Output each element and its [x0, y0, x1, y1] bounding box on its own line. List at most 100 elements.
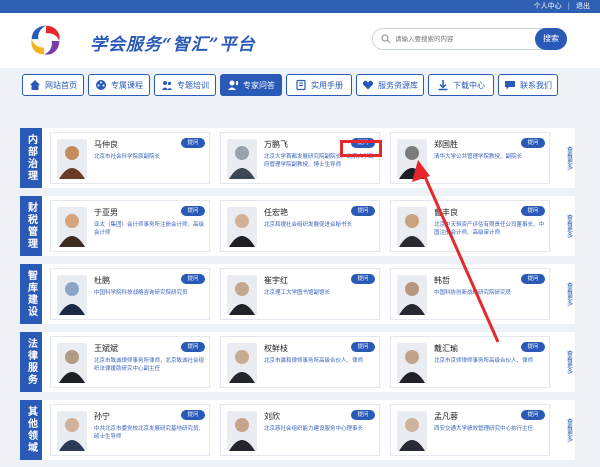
- expert-card[interactable]: 戴汇瑜 提问 北京市京师律师事务所高级合伙人、律师: [390, 336, 550, 388]
- expert-icon: [228, 80, 238, 90]
- expert-card[interactable]: 刘欣 提问 北京慈社会组织能力建设服务中心理事长: [220, 404, 380, 456]
- nav-item-3[interactable]: 专家问答: [220, 74, 282, 96]
- expert-name: 韩哲: [434, 276, 450, 285]
- avatar: [397, 343, 427, 383]
- ask-button[interactable]: 提问: [521, 138, 545, 148]
- nav-item-label: 专题培训: [177, 80, 209, 90]
- expert-name: 马仲良: [94, 140, 118, 149]
- avatar: [57, 139, 87, 179]
- ask-button[interactable]: 提问: [181, 274, 205, 284]
- expert-name: 杜鹏: [94, 276, 110, 285]
- nav-item-2[interactable]: 专题培训: [154, 74, 216, 96]
- ask-button[interactable]: 提问: [181, 206, 205, 216]
- expert-description: 西安交通大学绩效管理研究中心执行主任: [434, 426, 534, 432]
- nav-item-label: 网站首页: [45, 80, 77, 90]
- expert-card[interactable]: 杜鹏 提问中国科学院科技战略咨询研究院研究员: [50, 268, 210, 320]
- heart-icon: [362, 80, 374, 90]
- ask-button[interactable]: 提问: [181, 138, 205, 148]
- avatar: [57, 207, 87, 247]
- separator: |: [567, 2, 570, 10]
- avatar: [397, 275, 427, 315]
- nav-item-6[interactable]: 下载中心: [428, 74, 494, 96]
- film-icon: [96, 80, 106, 90]
- user-links: 个人中心 | 退出: [534, 0, 590, 13]
- ask-button[interactable]: 提问: [521, 342, 545, 352]
- expert-description: 清华大学公共管理学院教授、副院长: [434, 154, 523, 160]
- ask-button[interactable]: 提问: [521, 274, 545, 284]
- nav-item-label: 下载中心: [453, 80, 485, 90]
- main-nav: 网站首页 专属课程 专题培训 专家问答 实用手册 服务资源库 下载中心 联系我们: [22, 74, 570, 96]
- nav-item-4[interactable]: 实用手册: [286, 74, 352, 96]
- expert-description: 中国科学院科技战略咨询研究院研究员: [94, 290, 188, 296]
- avatar: [227, 343, 257, 383]
- ask-button[interactable]: 提问: [351, 274, 375, 284]
- nav-item-5[interactable]: 服务资源库: [356, 74, 424, 96]
- expert-name: 曹丰良: [434, 208, 458, 217]
- nav-item-7[interactable]: 联系我们: [498, 74, 558, 96]
- view-more-link[interactable]: 查看更多: [563, 400, 575, 460]
- view-more-link[interactable]: 查看更多: [563, 264, 575, 324]
- expert-description: 北京市致诚律师事务所律师，北京致诚社会组织法律援助研究中心副主任: [94, 358, 205, 372]
- expert-card[interactable]: 曹丰良 提问北京中天恒资产评估有限责任公司董事长、中国注册会计师、高级审计师: [390, 200, 550, 252]
- expert-description: 北京市瀛和律师事务所高级合伙人、律师: [264, 358, 364, 364]
- ask-button[interactable]: 提问: [181, 342, 205, 352]
- expert-card[interactable]: 马仲良 提问北京市社会科学院原副院长: [50, 132, 210, 184]
- expert-card[interactable]: 崔宇红 提问北京理工大学图书馆副馆长: [220, 268, 380, 320]
- ask-button[interactable]: 提问: [521, 410, 545, 420]
- view-more-link[interactable]: 查看更多: [563, 128, 575, 188]
- nav-item-0[interactable]: 网站首页: [22, 74, 84, 96]
- search-input[interactable]: [395, 32, 505, 46]
- expert-name: 万鹏飞: [264, 140, 288, 149]
- avatar: [227, 411, 257, 451]
- expert-name: 权鲜枝: [264, 344, 288, 353]
- nav-item-label: 实用手册: [311, 80, 343, 90]
- avatar: [57, 275, 87, 315]
- site-header: 学会服务“智汇”平台 搜索: [0, 13, 600, 68]
- expert-card[interactable]: 孟凡蓉 提问西安交通大学绩效管理研究中心执行主任: [390, 404, 550, 456]
- expert-description: 中国科协创新战略研究院研究员: [434, 290, 512, 296]
- expert-description: 北京市社会科学院原副院长: [94, 154, 161, 160]
- avatar: [397, 207, 427, 247]
- download-icon: [438, 80, 448, 91]
- nav-item-label: 服务资源库: [378, 80, 418, 90]
- search-box: 搜索: [372, 28, 567, 50]
- view-more-link[interactable]: 查看更多: [563, 332, 575, 392]
- expert-name: 于亚男: [94, 208, 118, 217]
- site-logo-icon[interactable]: [27, 21, 65, 61]
- nav-item-label: 联系我们: [520, 80, 552, 90]
- category-label: 智库建设: [20, 264, 42, 324]
- expert-card[interactable]: 孙宁 提问中共北京市委党校北京发展研究基地研究员、硕士生导师: [50, 404, 210, 456]
- view-more-link[interactable]: 查看更多: [563, 196, 575, 256]
- expert-list: 内部治理 马仲良 提问 北京市社会科学院原副院长 万鹏飞 提问 北京大学首都发展研究院副院长…: [20, 128, 580, 467]
- expert-card[interactable]: 王斌斌 提问 北京市致诚律师事务所律师，北京致诚社会组织法律援助研究中心副主任: [50, 336, 210, 388]
- expert-description: 北京中天恒资产评估有限责任公司董事长、中国注册会计师、高级审计师: [434, 222, 545, 236]
- ask-button[interactable]: 提问: [521, 206, 545, 216]
- nav-item-label: 专家问答: [243, 80, 275, 90]
- search-button[interactable]: 搜索: [535, 28, 567, 50]
- personal-center-link[interactable]: 个人中心: [534, 0, 562, 13]
- expert-description: 北京理工大学图书馆副馆长: [264, 290, 331, 296]
- expert-card[interactable]: 郑国胜 提问 清华大学公共管理学院教授、副院长: [390, 132, 550, 184]
- nav-item-label: 专属课程: [111, 80, 143, 90]
- avatar: [57, 343, 87, 383]
- category-row: 智库建设 杜鹏 提问中国科学院科技战略咨询研究院研究员 崔宇红 提问北京理工大学图书馆副…: [20, 264, 575, 324]
- expert-description: 中共北京市委党校北京发展研究基地研究员、硕士生导师: [94, 426, 205, 440]
- logout-link[interactable]: 退出: [576, 0, 590, 13]
- ask-button[interactable]: 提问: [351, 342, 375, 352]
- expert-card[interactable]: 于亚男 提问 亚太（集团）会计师事务所注册会计师、高级会计师: [50, 200, 210, 252]
- people-icon: [162, 81, 172, 90]
- highlight-box: [340, 140, 382, 157]
- expert-name: 孙宁: [94, 412, 110, 421]
- expert-card[interactable]: 权鲜枝 提问北京市瀛和律师事务所高级合伙人、律师: [220, 336, 380, 388]
- expert-card[interactable]: 韩哲 提问中国科协创新战略研究院研究员: [390, 268, 550, 320]
- ask-button[interactable]: 提问: [181, 410, 205, 420]
- nav-item-1[interactable]: 专属课程: [88, 74, 150, 96]
- expert-name: 孟凡蓉: [434, 412, 458, 421]
- expert-name: 崔宇红: [264, 276, 288, 285]
- expert-card[interactable]: 任宏艳 提问 北京和捷社会组织发展促进会秘书长: [220, 200, 380, 252]
- avatar: [397, 411, 427, 451]
- ask-button[interactable]: 提问: [351, 410, 375, 420]
- top-bar: 个人中心 | 退出: [0, 0, 600, 13]
- ask-button[interactable]: 提问: [351, 206, 375, 216]
- home-icon: [30, 80, 40, 90]
